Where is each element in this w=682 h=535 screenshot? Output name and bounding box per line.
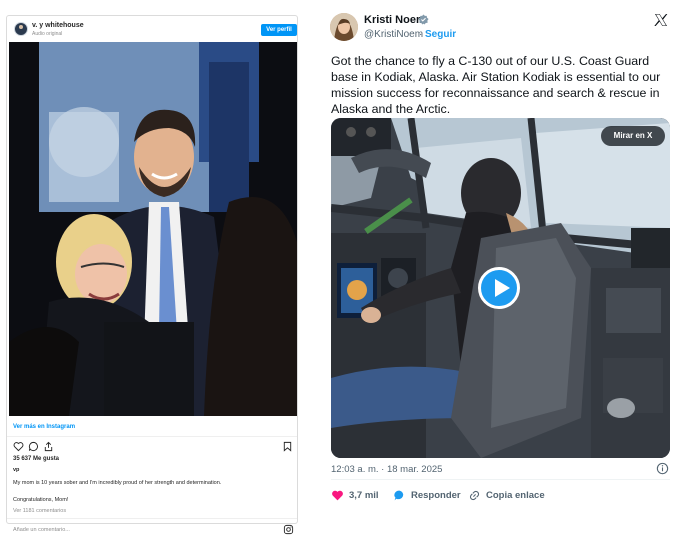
instagram-header: v. y whitehouse Audio original Ver perfi… xyxy=(7,16,297,42)
author-avatar[interactable] xyxy=(330,13,358,41)
view-more-link[interactable]: Ver más en Instagram xyxy=(13,424,75,430)
instagram-username[interactable]: v. y whitehouse xyxy=(32,22,84,29)
heart-icon xyxy=(332,490,343,501)
like-count: 3,7 mil xyxy=(349,490,379,501)
share-icon[interactable] xyxy=(43,441,54,452)
bookmark-icon[interactable] xyxy=(282,441,293,452)
follow-button[interactable]: Seguir xyxy=(425,29,456,40)
instagram-like-count[interactable]: 35 637 Me gusta xyxy=(13,456,59,462)
separator-dot: · xyxy=(419,29,423,40)
instagram-actions xyxy=(13,441,293,453)
divider xyxy=(331,479,670,480)
play-icon[interactable] xyxy=(478,267,520,309)
copy-link-label: Copia enlace xyxy=(486,490,545,501)
view-profile-button[interactable]: Ver perfil xyxy=(261,24,297,36)
verified-badge-icon xyxy=(418,14,429,25)
divider xyxy=(7,518,297,519)
reply-icon xyxy=(394,490,404,501)
tweet-embed: Kristi Noem @KristiNoem · Seguir Got the… xyxy=(320,0,682,535)
comment-icon[interactable] xyxy=(28,441,39,452)
watch-on-x-button[interactable]: Mirar en X xyxy=(601,126,665,146)
author-name[interactable]: Kristi Noem xyxy=(364,14,426,26)
tweet-timestamp[interactable]: 12:03 a. m. · 18 mar. 2025 xyxy=(331,464,442,475)
instagram-logo-icon[interactable] xyxy=(283,524,294,535)
instagram-avatar[interactable] xyxy=(14,22,28,36)
info-icon[interactable] xyxy=(656,462,669,475)
caption-line-2: Congratulations, Mom! xyxy=(13,497,69,503)
add-comment-input[interactable]: Añade un comentario... xyxy=(13,527,70,533)
caption-line-1: My mom is 10 years sober and I'm incredi… xyxy=(13,480,222,486)
tweet-text: Got the chance to fly a C-130 out of our… xyxy=(331,54,661,116)
divider xyxy=(7,436,297,437)
reply-label: Responder xyxy=(411,490,461,501)
instagram-embed: v. y whitehouse Audio original Ver perfi… xyxy=(6,15,298,535)
view-comments-link[interactable]: Ver 1181 comentarios xyxy=(13,508,66,514)
x-logo-icon[interactable] xyxy=(653,12,669,28)
caption-handle[interactable]: vp xyxy=(13,467,19,473)
instagram-audio-label[interactable]: Audio original xyxy=(32,31,62,37)
link-icon xyxy=(469,490,480,501)
heart-icon[interactable] xyxy=(13,441,24,452)
instagram-photo[interactable] xyxy=(9,42,297,416)
author-handle[interactable]: @KristiNoem xyxy=(364,29,423,40)
